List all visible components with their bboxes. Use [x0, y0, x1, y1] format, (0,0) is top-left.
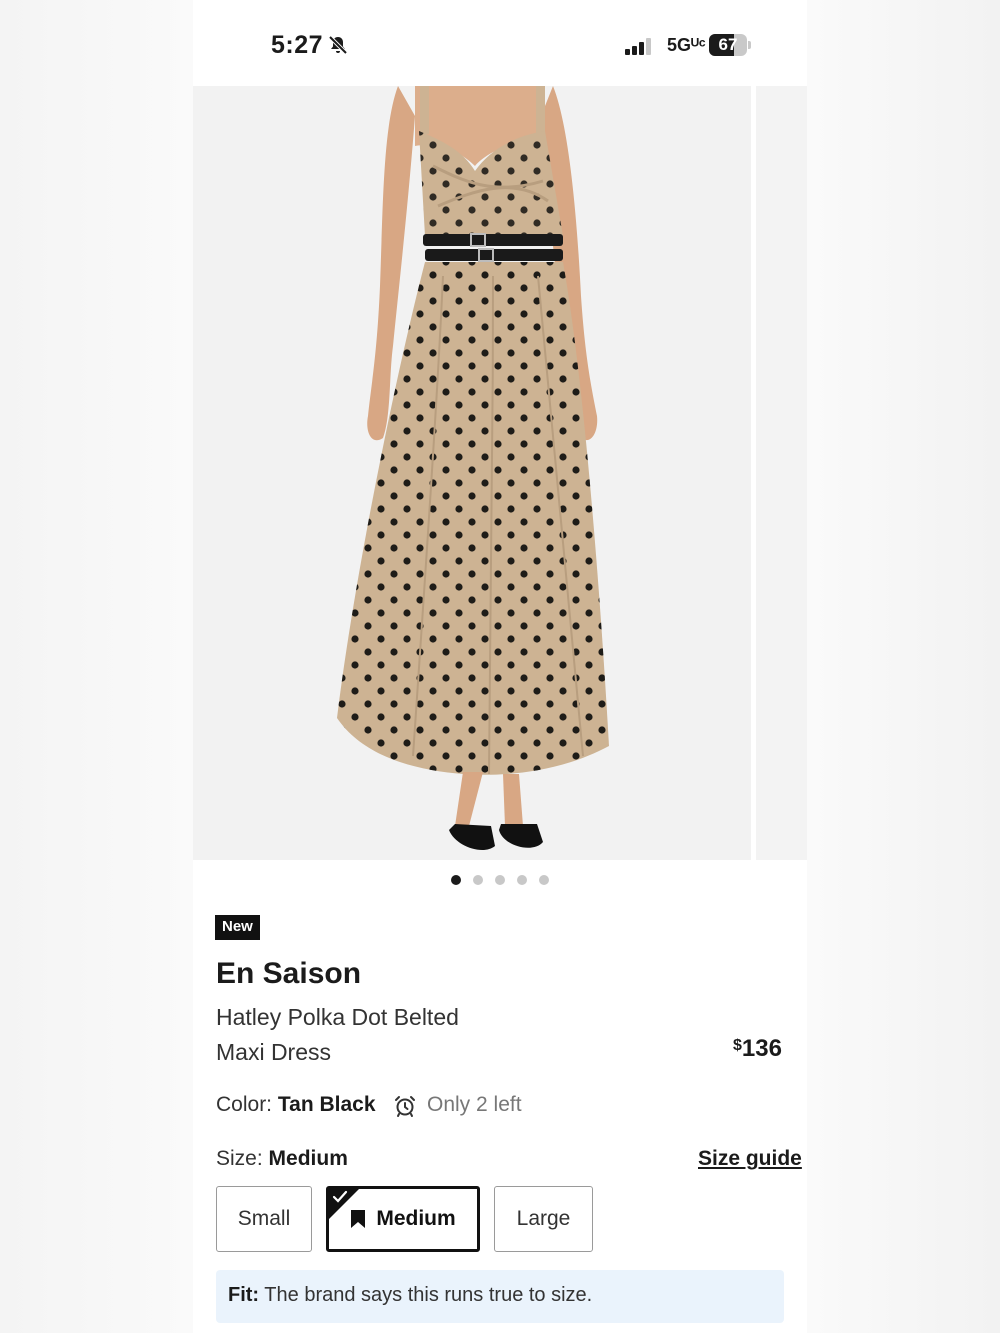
size-selection-label: Size: Medium	[216, 1147, 348, 1171]
background-right	[807, 0, 1000, 1333]
price-currency: $	[733, 1037, 742, 1054]
signal-icon	[625, 38, 651, 55]
battery-level: 67	[718, 35, 738, 54]
status-time: 5:27	[271, 31, 324, 59]
battery-icon: 67	[709, 34, 751, 56]
network-type: 5Gᵁᶜ	[667, 35, 706, 55]
size-label: Size:	[216, 1147, 263, 1170]
check-icon	[332, 1190, 348, 1203]
size-option-medium-label: Medium	[376, 1207, 456, 1230]
bell-slash-icon	[328, 35, 348, 55]
size-value: Medium	[268, 1147, 348, 1170]
carousel-dot[interactable]	[473, 875, 483, 885]
fit-text: The brand says this runs true to size.	[264, 1284, 593, 1306]
product-name: Hatley Polka Dot Belted Maxi Dress	[216, 1000, 516, 1070]
alarm-clock-icon	[395, 1096, 415, 1117]
carousel-dot[interactable]	[539, 875, 549, 885]
color-selection: Color: Tan Black	[216, 1093, 376, 1117]
dress-illustration	[193, 86, 751, 860]
color-value: Tan Black	[277, 1093, 376, 1116]
next-product-photo-peek[interactable]	[756, 86, 807, 860]
price-value: 136	[741, 1035, 782, 1062]
status-bar: 5:27 5Gᵁᶜ 67	[193, 0, 807, 86]
color-label: Color:	[216, 1093, 273, 1116]
size-option-large[interactable]: Large	[494, 1186, 593, 1252]
carousel-dot[interactable]	[517, 875, 527, 885]
brand-name[interactable]: En Saison	[216, 957, 361, 991]
fit-info-box: Fit: The brand says this runs true to si…	[216, 1270, 784, 1323]
carousel-dots	[193, 872, 807, 886]
fit-label: Fit:	[228, 1284, 260, 1306]
price: $136	[733, 1035, 782, 1063]
battery-body: 67	[709, 34, 747, 56]
new-badge: New	[215, 915, 260, 940]
background-left	[0, 0, 193, 1333]
carousel-dot[interactable]	[451, 875, 461, 885]
size-option-small[interactable]: Small	[216, 1186, 312, 1252]
stock-status: Only 2 left	[427, 1093, 522, 1116]
product-name-line-1: Hatley Polka Dot Belted	[216, 1004, 459, 1030]
carousel-dot[interactable]	[495, 875, 505, 885]
size-guide-link[interactable]: Size guide	[698, 1147, 802, 1171]
product-image-carousel[interactable]	[193, 86, 807, 860]
product-name-line-2: Maxi Dress	[216, 1039, 332, 1065]
phone-screen: 5:27 5Gᵁᶜ 67 New En Saison Hatley Polka …	[193, 0, 807, 1333]
battery-nub	[748, 41, 751, 49]
size-option-medium[interactable]: Medium	[326, 1186, 480, 1252]
product-photo[interactable]	[193, 86, 751, 860]
